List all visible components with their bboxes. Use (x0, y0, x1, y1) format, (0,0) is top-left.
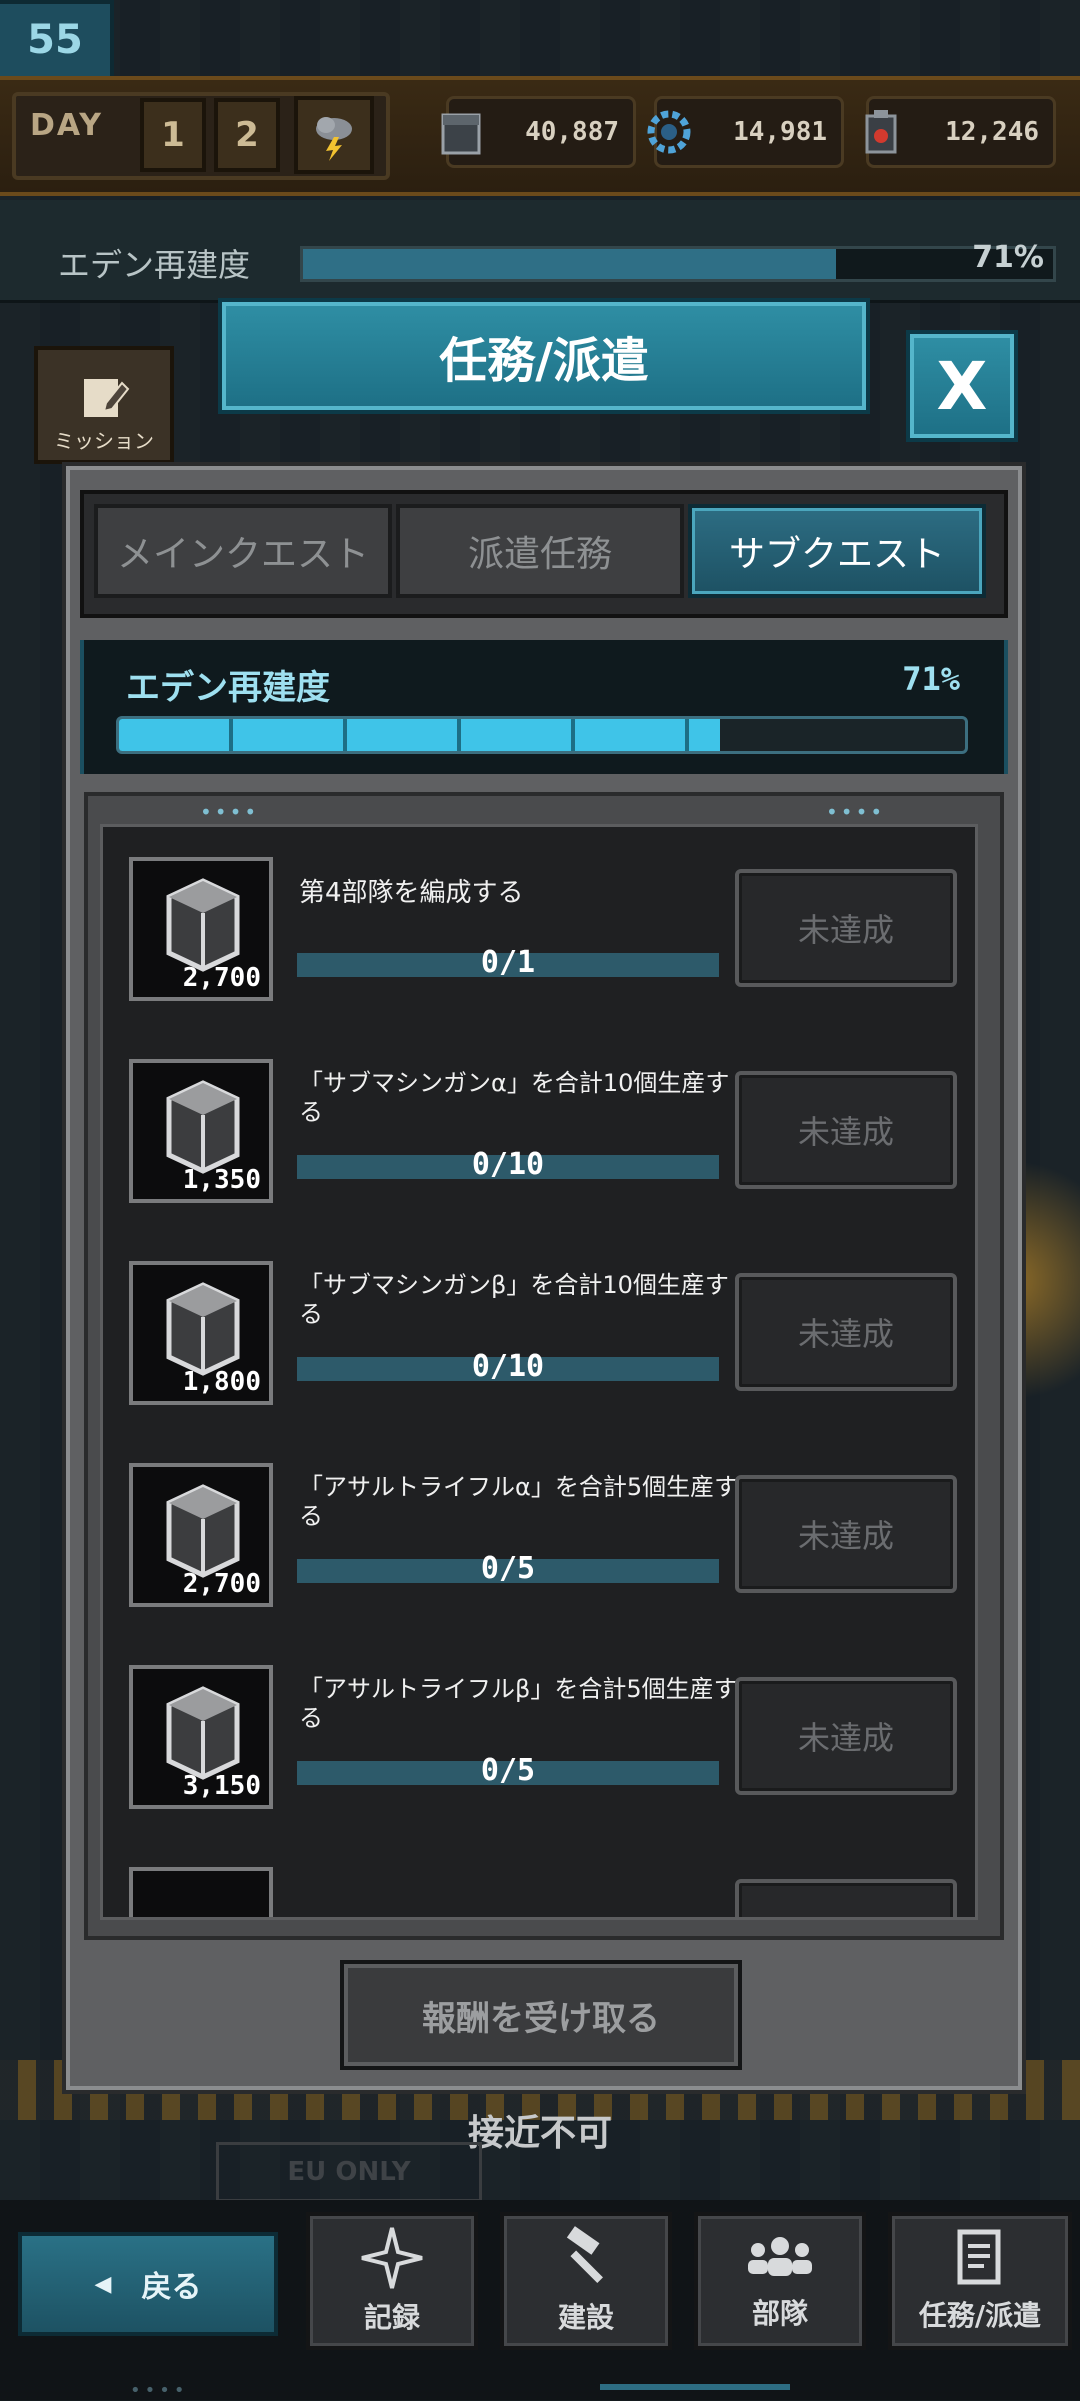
mission-side-button[interactable]: ミッション (34, 346, 174, 464)
nav-squad[interactable]: 部隊 (694, 2212, 866, 2350)
task-row-partial (103, 1837, 975, 1917)
task-status-button[interactable]: 未達成 (735, 1475, 957, 1593)
task-description: 「サブマシンガンβ」を合計10個生産する (299, 1271, 729, 1328)
weather-button[interactable] (294, 96, 374, 174)
eden-progress-fill (119, 719, 720, 751)
reward-amount: 2,700 (182, 963, 261, 993)
eden-strip-percent: 71% (972, 240, 1044, 275)
home-indicator (600, 2384, 790, 2390)
day-digit-ones: 2 (214, 98, 280, 172)
task-progress-text: 0/5 (480, 1753, 536, 1788)
eden-strip-bar (300, 246, 1056, 282)
reward-box: 1,350 (129, 1059, 273, 1203)
tab-main-quest[interactable]: メインクエスト (94, 504, 392, 598)
claim-reward-button[interactable]: 報酬を受け取る (340, 1960, 742, 2070)
mission-side-label: ミッション (54, 429, 154, 453)
gear-icon (643, 106, 695, 158)
task-status-button[interactable] (735, 1879, 957, 1917)
reward-box: 2,700 (129, 1463, 273, 1607)
document-icon (957, 2229, 1001, 2285)
task-list[interactable]: 2,700 第4部隊を編成する 0/1 未達成 1,350 「サブマシンガンα」… (100, 824, 978, 1920)
reward-box: 1,800 (129, 1261, 273, 1405)
compass-star-icon (361, 2227, 423, 2289)
fuel-value: 12,246 (945, 117, 1039, 147)
task-description: 「アサルトライフルβ」を合計5個生産する (299, 1675, 738, 1732)
task-status-button[interactable]: 未達成 (735, 1273, 957, 1391)
eden-label: エデン再建度 (126, 668, 330, 708)
task-description: 第4部隊を編成する (299, 878, 524, 908)
task-status-button[interactable]: 未達成 (735, 869, 957, 987)
tab-sub-quest[interactable]: サブクエスト (688, 504, 986, 598)
gear-value: 14,981 (733, 117, 827, 147)
task-row: 2,700 「アサルトライフルα」を合計5個生産する 0/5 未達成 (103, 1433, 975, 1607)
task-status-button[interactable]: 未達成 (735, 1677, 957, 1795)
task-row: 1,800 「サブマシンガンβ」を合計10個生産する 0/10 未達成 (103, 1231, 975, 1405)
metal-resource: 40,887 (441, 96, 636, 168)
level-badge: 55 (0, 0, 114, 80)
eu-only-sign: EU ONLY (216, 2142, 482, 2202)
back-label: 戻る (141, 2270, 202, 2305)
nav-records[interactable]: 記録 (306, 2212, 478, 2350)
metal-block-icon (166, 1080, 240, 1174)
day-label: DAY (30, 108, 103, 143)
task-status-button[interactable]: 未達成 (735, 1071, 957, 1189)
metal-block-icon (166, 1282, 240, 1376)
reward-amount: 1,800 (182, 1367, 261, 1397)
gear-resource: 14,981 (647, 96, 844, 168)
storm-icon (316, 117, 352, 161)
nav-records-label: 記録 (363, 2301, 420, 2334)
task-row: 1,350 「サブマシンガンα」を合計10個生産する 0/10 未達成 (103, 1029, 975, 1203)
reward-amount: 2,700 (182, 1569, 261, 1599)
nav-mission-dispatch[interactable]: 任務/派遣 (888, 2212, 1072, 2350)
fuel-resource: 12,246 (865, 96, 1056, 168)
nav-mission-dispatch-label: 任務/派遣 (918, 2299, 1042, 2332)
task-progress-text: 0/5 (480, 1551, 536, 1586)
eden-strip-label: エデン再建度 (58, 246, 251, 284)
restricted-area-label: 接近不可 (467, 2113, 612, 2154)
eden-strip-fill (303, 249, 836, 279)
task-progress-text: 0/10 (471, 1147, 545, 1182)
reward-box: 2,700 (129, 857, 273, 1001)
task-description: 「アサルトライフルα」を合計5個生産する (299, 1473, 739, 1530)
task-description: 「サブマシンガンα」を合計10個生産する (299, 1069, 730, 1126)
pencil-note-icon (84, 379, 130, 417)
task-progress-text: 0/10 (471, 1349, 545, 1384)
fuel-can-icon (855, 106, 907, 158)
task-progress-text: 0/1 (480, 945, 536, 980)
dialog-title-plate: 任務/派遣 (218, 298, 870, 414)
frame-dots-left: •••• (200, 800, 260, 824)
tab-dispatch[interactable]: 派遣任務 (396, 504, 684, 598)
metal-block-icon (435, 106, 487, 158)
nav-build[interactable]: 建設 (500, 2212, 672, 2350)
task-row: 3,150 「アサルトライフルβ」を合計5個生産する 0/5 未達成 (103, 1635, 975, 1809)
reward-amount: 3,150 (182, 1771, 261, 1801)
nav-build-label: 建設 (557, 2301, 614, 2334)
hammer-icon (566, 2226, 603, 2283)
metal-block-icon (166, 1686, 240, 1780)
reward-box: 3,150 (129, 1665, 273, 1809)
eden-progress-bar (116, 716, 968, 754)
eden-percent: 71% (902, 660, 960, 698)
close-button[interactable]: X (906, 330, 1018, 442)
metal-block-icon (166, 1484, 240, 1578)
reward-amount: 1,350 (182, 1165, 261, 1195)
metal-value: 40,887 (525, 117, 619, 147)
page-dots: •••• (130, 2380, 189, 2401)
nav-squad-label: 部隊 (751, 2297, 808, 2330)
back-button[interactable]: ◀ 戻る (18, 2232, 278, 2336)
task-row: 2,700 第4部隊を編成する 0/1 未達成 (103, 827, 975, 1001)
reward-box (129, 1867, 273, 1917)
arrow-left-icon: ◀ (94, 2271, 112, 2297)
dialog-title: 任務/派遣 (439, 333, 649, 389)
day-digit-tens: 1 (140, 98, 206, 172)
frame-dots-right: •••• (826, 800, 886, 824)
metal-block-icon (166, 878, 240, 972)
squad-icon (748, 2237, 812, 2276)
